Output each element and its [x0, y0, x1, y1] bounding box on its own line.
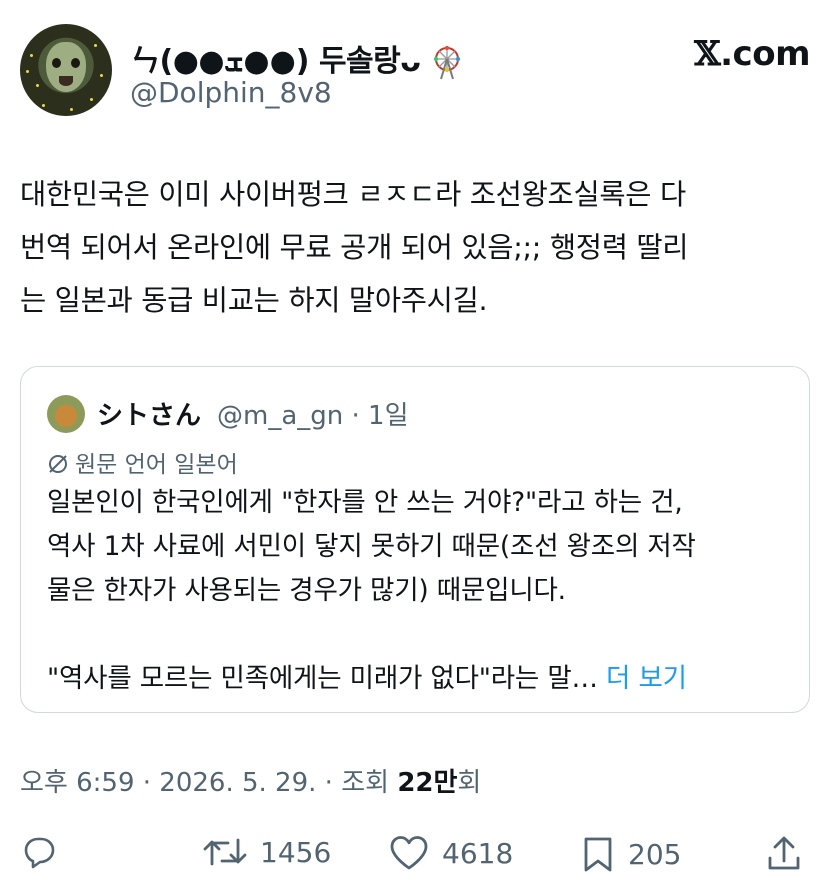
retweet-count: 1456 — [260, 835, 332, 869]
author-display-name[interactable]: ㄣ(●●ܫ●●) 두솔랑ᴗ — [130, 36, 462, 80]
quoted-tweet[interactable]: シトさん @m_a_gn · 1일 원문 언어 일본어 일본인이 한국인에게 "… — [20, 366, 810, 713]
quote-author-avatar — [47, 395, 85, 433]
avatar-eye-left — [52, 58, 61, 68]
retweet-button[interactable]: 1456 — [202, 834, 331, 870]
avatar-mouth — [59, 76, 73, 86]
quote-line: 일본인이 한국인에게 "한자를 안 쓰는 거야?"라고 하는 건, — [47, 487, 683, 518]
author-avatar[interactable] — [20, 24, 112, 116]
x-com-logo: 𝕏.com — [694, 34, 810, 74]
retweet-icon — [203, 838, 247, 866]
timestamp[interactable]: 오후 6:59 · 2026. 5. 29. · 조회 — [20, 768, 397, 798]
tweet-line: 대한민국은 이미 사이버펑크 ㄹㅈㄷ라 조선왕조실록은 다 — [20, 178, 686, 211]
quote-handle-time: @m_a_gn · 1일 — [217, 401, 409, 431]
like-count: 4618 — [442, 836, 514, 870]
avatar-eye-right — [71, 58, 80, 68]
x-com-suffix: .com — [720, 34, 810, 74]
tweet-line: 는 일본과 동급 비교는 하지 말아주시길. — [20, 284, 488, 317]
translation-notice: 원문 언어 일본어 — [47, 445, 238, 479]
reply-button[interactable] — [20, 834, 58, 870]
translation-label: 원문 언어 일본어 — [75, 452, 238, 478]
share-button[interactable] — [764, 834, 804, 874]
tweet-meta: 오후 6:59 · 2026. 5. 29. · 조회 22만회 — [20, 762, 481, 799]
author-handle[interactable]: @Dolphin_8v8 — [130, 76, 332, 109]
tweet-body: 대한민국은 이미 사이버펑크 ㄹㅈㄷ라 조선왕조실록은 다 번역 되어서 온라인… — [20, 168, 810, 327]
name-suffix: ᴗ — [400, 44, 421, 79]
quote-line: 역사 1차 사료에 서민이 닿지 못하기 때문(조선 왕조의 저작 — [47, 531, 696, 562]
bookmark-button[interactable]: 205 — [580, 834, 681, 874]
ferris-wheel-icon — [434, 45, 461, 79]
bookmark-icon — [584, 837, 612, 872]
action-bar: 1456 4618 205 — [20, 826, 810, 880]
name-korean: 두솔랑 — [318, 44, 401, 79]
tweet-header: ㄣ(●●ܫ●●) 두솔랑ᴗ @Dolphin_8v8 𝕏.com — [20, 24, 810, 120]
like-button[interactable]: 4618 — [388, 834, 513, 872]
quote-author-name: シトさん — [97, 401, 202, 431]
quote-line: 물은 한자가 사용되는 경우가 많기) 때문입니다. — [47, 575, 566, 606]
view-suffix: 회 — [457, 768, 482, 798]
x-logo-icon: 𝕏 — [694, 34, 721, 74]
reply-icon — [24, 837, 55, 869]
quote-body: 일본인이 한국인에게 "한자를 안 쓰는 거야?"라고 하는 건, 역사 1차 … — [47, 481, 787, 701]
quote-line: "역사를 모르는 민족에게는 미래가 없다"라는 말… — [47, 663, 598, 694]
show-more-link[interactable]: 더 보기 — [598, 663, 687, 694]
name-prefix: ㄣ(●●ܫ●●) — [130, 44, 309, 79]
translate-icon — [49, 455, 67, 473]
view-count: 22만 — [397, 768, 458, 798]
heart-icon — [390, 836, 428, 870]
bookmark-count: 205 — [628, 837, 682, 871]
share-icon — [768, 836, 800, 870]
tweet-line: 번역 되어서 온라인에 무료 공개 되어 있음;;; 행정력 딸리 — [20, 231, 689, 264]
